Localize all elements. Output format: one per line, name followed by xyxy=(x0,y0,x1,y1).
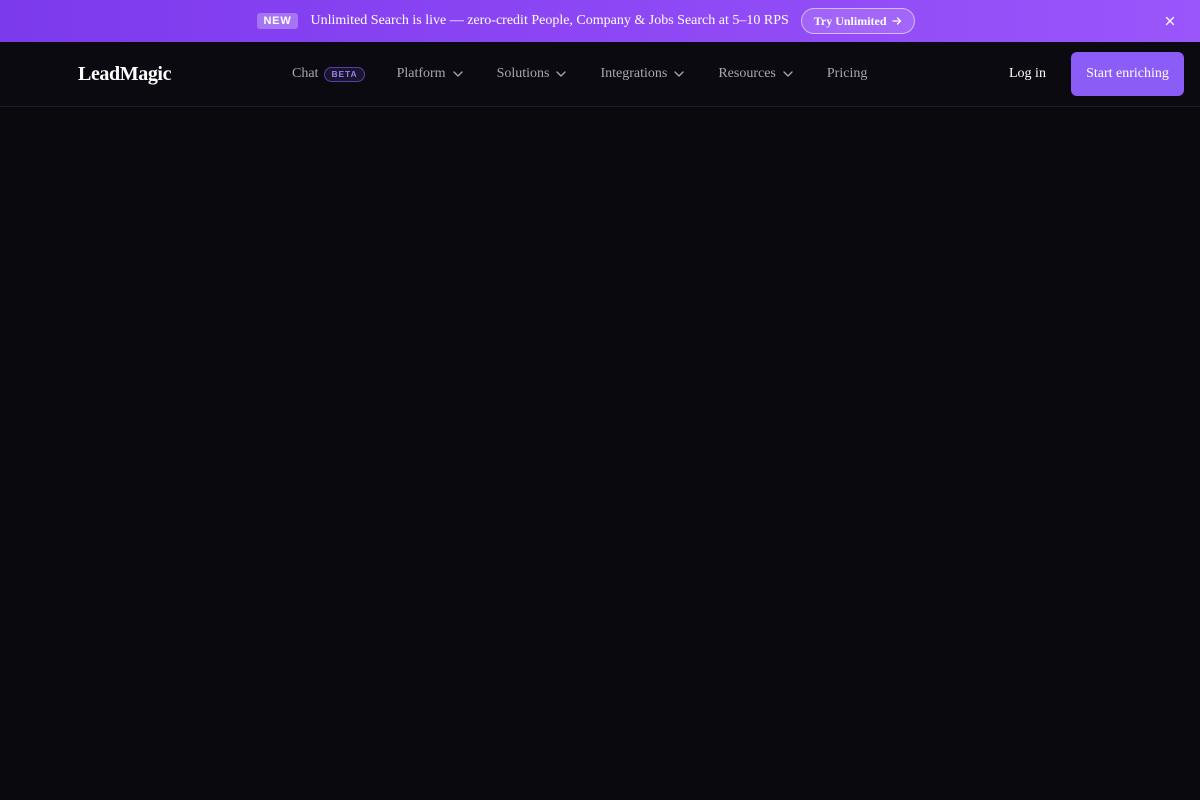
nav-item-pricing[interactable]: Pricing xyxy=(827,66,867,82)
chevron-down-icon xyxy=(452,71,463,77)
nav-links: Chat BETA Platform Solutions Integration… xyxy=(292,42,867,106)
announcement-text: Unlimited Search is live — zero-credit P… xyxy=(310,13,789,28)
main-content-area xyxy=(0,107,1200,800)
nav-item-label: Resources xyxy=(718,66,776,81)
nav-item-resources[interactable]: Resources xyxy=(718,66,793,82)
nav-item-label: Chat xyxy=(292,66,319,81)
new-badge: NEW xyxy=(257,13,298,29)
announcement-bar: NEW Unlimited Search is live — zero-cred… xyxy=(0,0,1200,42)
arrow-right-icon xyxy=(891,16,902,26)
close-icon[interactable] xyxy=(1162,13,1178,29)
chevron-down-icon xyxy=(556,71,567,77)
login-link[interactable]: Log in xyxy=(1009,65,1046,83)
nav-item-label: Pricing xyxy=(826,66,868,81)
leadmagic-logo[interactable]: LeadMagic xyxy=(78,62,171,86)
main-navbar: LeadMagic Chat BETA Platform Solutions I… xyxy=(0,42,1200,107)
nav-item-chat[interactable]: Chat BETA xyxy=(292,66,365,82)
chevron-down-icon xyxy=(674,71,684,77)
nav-item-solutions[interactable]: Solutions xyxy=(497,66,567,82)
try-unlimited-button[interactable]: Try Unlimited xyxy=(800,8,915,34)
nav-item-integrations[interactable]: Integrations xyxy=(600,66,684,82)
nav-item-label: Platform xyxy=(396,66,446,81)
try-unlimited-label: Try Unlimited xyxy=(813,13,887,28)
nav-item-label: Integrations xyxy=(600,66,668,81)
nav-item-label: Solutions xyxy=(496,66,550,81)
nav-item-platform[interactable]: Platform xyxy=(397,66,463,82)
chevron-down-icon xyxy=(783,71,793,77)
announcement-content: NEW Unlimited Search is live — zero-cred… xyxy=(257,8,915,34)
start-enriching-button[interactable]: Start enriching xyxy=(1071,52,1184,96)
beta-badge: BETA xyxy=(324,66,365,82)
